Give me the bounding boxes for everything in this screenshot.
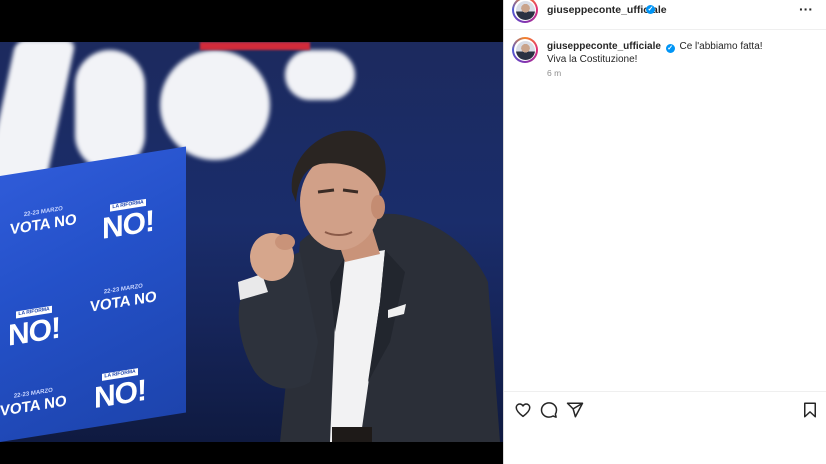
save-icon[interactable] <box>801 401 819 419</box>
caption-avatar[interactable] <box>512 37 538 63</box>
like-icon[interactable] <box>514 401 532 419</box>
post-photo[interactable]: 22-23 MARZO VOTA NO LA RIFORMA NO! LA RI… <box>0 42 503 442</box>
share-icon[interactable] <box>566 401 584 419</box>
post-panel: giuseppeconte_ufficiale ✓ ··· giuseppeco… <box>503 0 826 464</box>
more-options-icon[interactable]: ··· <box>797 2 815 18</box>
avatar[interactable] <box>512 0 538 23</box>
caption: giuseppeconte_ufficiale ✓ Ce l'abbiamo f… <box>547 40 777 66</box>
caption-username[interactable]: giuseppeconte_ufficiale <box>547 41 661 52</box>
action-bar <box>504 391 826 427</box>
speaker-figure <box>238 130 500 442</box>
post-timestamp[interactable]: 6 m <box>547 68 561 78</box>
post-media: 22-23 MARZO VOTA NO LA RIFORMA NO! LA RI… <box>0 0 503 464</box>
post-header: giuseppeconte_ufficiale ✓ ··· <box>504 0 826 30</box>
verified-badge-icon: ✓ <box>646 5 655 14</box>
verified-badge-icon: ✓ <box>665 44 675 53</box>
comment-icon[interactable] <box>540 401 558 419</box>
